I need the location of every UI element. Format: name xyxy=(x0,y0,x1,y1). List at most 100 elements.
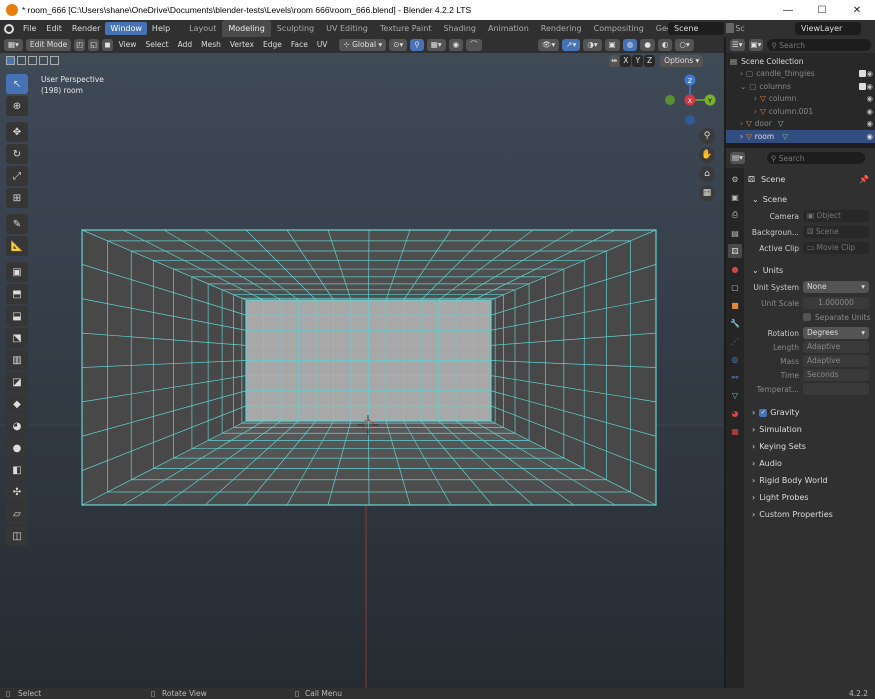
scene-selector[interactable]: Scene xyxy=(668,22,724,35)
visibility-eye-icon[interactable]: ◉ xyxy=(866,107,873,116)
select-mode-face-icon[interactable]: ◼ xyxy=(102,39,113,51)
annotate-tool-icon[interactable]: ✎ xyxy=(6,214,28,234)
scale-tool-icon[interactable]: ⤢ xyxy=(6,166,28,186)
visibility-eye-icon[interactable]: ◉ xyxy=(866,82,873,91)
time-dropdown[interactable]: Seconds xyxy=(803,369,869,381)
outliner-search-input[interactable]: ⚲ Search xyxy=(767,39,871,51)
unit-scale-field[interactable]: 1.000000 xyxy=(803,297,869,309)
select-tool-icon[interactable]: ↖ xyxy=(6,74,28,94)
outliner-row-door[interactable]: › ▽ door ▽ ◉ xyxy=(726,118,875,131)
gizmo-icon[interactable]: ↗▾ xyxy=(562,39,581,51)
scene-tab-icon[interactable]: ⚄ xyxy=(728,244,742,258)
menu-uv[interactable]: UV xyxy=(314,39,331,51)
edge-slide-tool-icon[interactable]: ◧ xyxy=(6,460,28,480)
rotation-dropdown[interactable]: Degrees ▾ xyxy=(803,327,869,339)
extrude-tool-icon[interactable]: ⬒ xyxy=(6,284,28,304)
smooth-tool-icon[interactable]: ● xyxy=(6,438,28,458)
select-intersect-icon[interactable] xyxy=(50,56,59,65)
transform-tool-icon[interactable]: ⊞ xyxy=(6,188,28,208)
menu-view[interactable]: View xyxy=(116,39,140,51)
menu-select[interactable]: Select xyxy=(142,39,171,51)
include-checkbox[interactable] xyxy=(859,70,866,78)
select-mode-vertex-icon[interactable]: ◰ xyxy=(74,39,86,51)
menu-edit[interactable]: Edit xyxy=(41,20,67,37)
options-dropdown[interactable]: Options ▾ xyxy=(660,55,704,67)
shading-solid-icon[interactable]: ● xyxy=(640,39,655,51)
world-tab-icon[interactable]: ● xyxy=(728,262,742,276)
measure-tool-icon[interactable]: 📐 xyxy=(6,236,28,256)
outliner-row-columns[interactable]: ⌄ ▢ columns ◉ xyxy=(726,80,875,93)
length-dropdown[interactable]: Adaptive xyxy=(803,341,869,353)
mode-selector[interactable]: Edit Mode xyxy=(25,39,72,51)
view-layer-tab-icon[interactable]: ▤ xyxy=(728,226,742,240)
visibility-eye-icon[interactable]: ◉ xyxy=(866,132,873,141)
physics-tab-icon[interactable]: ◎ xyxy=(728,352,742,366)
menu-render[interactable]: Render xyxy=(67,20,105,37)
pan-hand-icon[interactable]: ✋ xyxy=(699,147,715,163)
pin-icon[interactable]: 📌 xyxy=(859,175,869,184)
cursor-tool-icon[interactable]: ⊕ xyxy=(6,96,28,116)
audio-panel-header[interactable]: › Audio xyxy=(752,455,875,472)
render-tab-icon[interactable]: ▣ xyxy=(728,190,742,204)
shrink-fatten-tool-icon[interactable]: ✣ xyxy=(6,482,28,502)
gizmo-neg-y-icon[interactable] xyxy=(665,95,675,105)
shear-tool-icon[interactable]: ▱ xyxy=(6,504,28,524)
shading-wire-icon[interactable]: ◍ xyxy=(622,39,638,51)
menu-window[interactable]: Window xyxy=(105,22,147,35)
gravity-checkbox[interactable]: ✓ xyxy=(759,408,768,417)
3d-viewport[interactable]: Z X Y User Perspective (198) room ⇹ X Y … xyxy=(0,53,724,688)
menu-file[interactable]: File xyxy=(18,20,41,37)
maximize-button[interactable]: ☐ xyxy=(805,0,839,20)
custom-properties-panel-header[interactable]: › Custom Properties xyxy=(752,506,875,523)
scene-browse-icon[interactable] xyxy=(726,23,734,33)
constraints-tab-icon[interactable]: ⚯ xyxy=(728,370,742,384)
select-extend-icon[interactable] xyxy=(17,56,26,65)
minimize-button[interactable]: — xyxy=(771,0,805,20)
units-panel-header[interactable]: ⌄ Units xyxy=(752,263,875,277)
falloff-icon[interactable]: ⌒ xyxy=(466,39,482,51)
keying-sets-panel-header[interactable]: › Keying Sets xyxy=(752,438,875,455)
material-tab-icon[interactable]: ◕ xyxy=(728,406,742,420)
outliner-row-column[interactable]: › ▽ column ◉ xyxy=(726,93,875,106)
texture-tab-icon[interactable]: ▦ xyxy=(728,424,742,438)
modifier-tab-icon[interactable]: 🔧 xyxy=(728,316,742,330)
tab-animation[interactable]: Animation xyxy=(482,20,535,37)
particles-tab-icon[interactable]: ⋰ xyxy=(728,334,742,348)
rigid-body-world-panel-header[interactable]: › Rigid Body World xyxy=(752,472,875,489)
viewlayer-selector[interactable]: ViewLayer xyxy=(795,22,861,35)
xray-icon[interactable]: ▣ xyxy=(604,39,620,51)
camera-field[interactable]: ▣ Object xyxy=(803,210,869,222)
ortho-grid-icon[interactable]: ▦ xyxy=(699,185,715,201)
mirror-icon[interactable]: ⇹ xyxy=(609,55,620,67)
include-checkbox[interactable] xyxy=(859,82,866,90)
outliner-row-column-001[interactable]: › ▽ column.001 ◉ xyxy=(726,105,875,118)
visibility-eye-icon[interactable]: ◉ xyxy=(866,69,873,78)
mirror-y-toggle[interactable]: Y xyxy=(632,55,644,67)
properties-editor-type-icon[interactable]: ▤▾ xyxy=(730,152,745,164)
scene-collection-row[interactable]: ▤ Scene Collection xyxy=(726,55,875,68)
knife-tool-icon[interactable]: ◪ xyxy=(6,372,28,392)
rotate-tool-icon[interactable]: ↻ xyxy=(6,144,28,164)
bevel-tool-icon[interactable]: ⬔ xyxy=(6,328,28,348)
visibility-eye-icon[interactable]: ◉ xyxy=(866,119,873,128)
unit-system-dropdown[interactable]: None ▾ xyxy=(803,281,869,293)
menu-face[interactable]: Face xyxy=(288,39,311,51)
data-tab-icon[interactable]: ▽ xyxy=(728,388,742,402)
background-field[interactable]: ⚄ Scene xyxy=(803,226,869,238)
editor-type-button[interactable]: ▦▾ xyxy=(4,39,23,51)
tab-rendering[interactable]: Rendering xyxy=(535,20,588,37)
temperature-dropdown[interactable] xyxy=(803,383,869,395)
object-tab-icon[interactable]: ■ xyxy=(728,298,742,312)
display-mode-icon[interactable]: ▣▾ xyxy=(748,39,764,51)
snap-icon[interactable]: ⚲ xyxy=(410,39,424,51)
simulation-panel-header[interactable]: › Simulation xyxy=(752,421,875,438)
camera-view-icon[interactable]: ⌂ xyxy=(699,166,715,182)
mass-dropdown[interactable]: Adaptive xyxy=(803,355,869,367)
overlays-icon[interactable]: ◑▾ xyxy=(583,39,602,51)
outliner-row-candle-thingies[interactable]: › ▢ candle_thingies ◉ xyxy=(726,68,875,81)
shading-material-icon[interactable]: ◐ xyxy=(657,39,673,51)
menu-vertex[interactable]: Vertex xyxy=(227,39,257,51)
blender-menu-icon[interactable] xyxy=(0,20,18,37)
close-button[interactable]: ✕ xyxy=(840,0,874,20)
tab-shading[interactable]: Shading xyxy=(437,20,482,37)
